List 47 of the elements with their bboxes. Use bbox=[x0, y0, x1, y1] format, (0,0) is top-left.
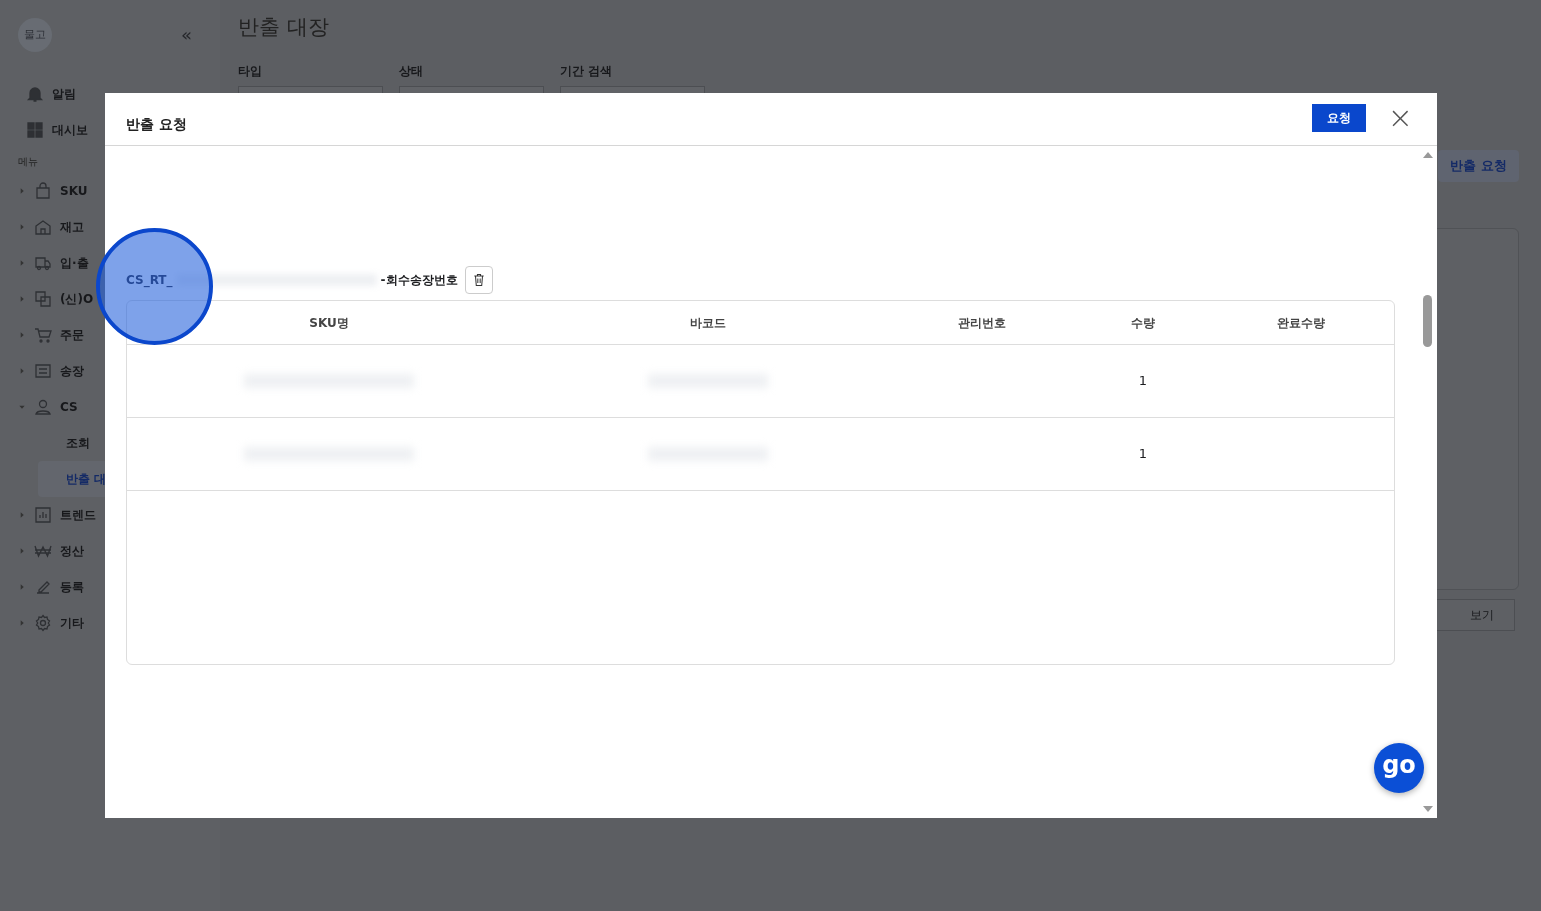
house-icon bbox=[34, 218, 52, 236]
chart-icon bbox=[34, 506, 52, 524]
filter-label: 기간 검색 bbox=[560, 62, 614, 80]
table-cell: 1 bbox=[1079, 418, 1207, 491]
section-label: 메뉴 bbox=[18, 155, 39, 169]
request-button[interactable]: 반출 요청 bbox=[1438, 150, 1519, 182]
sidebar-item[interactable]: (신)O bbox=[60, 290, 94, 308]
person-icon bbox=[34, 398, 52, 416]
sidebar-item[interactable]: 송장 bbox=[60, 362, 84, 380]
sidebar-item[interactable]: 트렌드 bbox=[60, 506, 96, 524]
bell-icon bbox=[26, 85, 44, 103]
sidebar-item[interactable]: SKU bbox=[60, 182, 88, 200]
filter-label: 타입 bbox=[238, 62, 263, 80]
column-header: 관리번호 bbox=[885, 301, 1079, 345]
column-header: SKU명 bbox=[127, 301, 531, 345]
sidebar-item[interactable]: 정산 bbox=[60, 542, 84, 560]
chat-button[interactable]: go bbox=[1374, 743, 1424, 793]
delete-button[interactable] bbox=[464, 266, 493, 294]
sidebar-link[interactable]: 대시보 bbox=[52, 121, 88, 139]
bag-icon bbox=[34, 182, 52, 200]
sidebar-item[interactable]: CS bbox=[60, 398, 78, 416]
page-title: 반출 대장 bbox=[238, 14, 330, 41]
grid-icon bbox=[26, 121, 44, 139]
submit-button[interactable]: 요청 bbox=[1311, 104, 1366, 132]
sidebar-item[interactable]: 등록 bbox=[60, 578, 84, 596]
tracking-label: -회수송장번호 bbox=[380, 272, 458, 289]
swap-icon bbox=[34, 290, 52, 308]
close-button[interactable]: × bbox=[1383, 105, 1417, 131]
column-header: 바코드 bbox=[531, 301, 885, 345]
cart-icon bbox=[34, 326, 52, 344]
modal-title: 반출 요청 bbox=[126, 115, 187, 134]
table-cell: 1 bbox=[1079, 345, 1207, 418]
filter-label: 상태 bbox=[399, 62, 424, 80]
truck-icon bbox=[34, 254, 52, 272]
gear-icon bbox=[34, 614, 52, 632]
sidebar-item[interactable]: 입·출 bbox=[60, 254, 89, 272]
trash-icon bbox=[471, 273, 486, 287]
record-id: CS_RT_ bbox=[126, 272, 173, 289]
sidebar-item[interactable]: 재고 bbox=[60, 218, 84, 236]
sidebar-link[interactable]: 알림 bbox=[52, 85, 76, 103]
avatar: 물고 bbox=[18, 18, 52, 52]
collapse-button[interactable]: « bbox=[181, 26, 192, 44]
sidebar-item[interactable]: 주문 bbox=[60, 326, 84, 344]
sidebar-item[interactable]: 기타 bbox=[60, 614, 84, 632]
column-header: 완료수량 bbox=[1207, 301, 1394, 345]
column-header: 수량 bbox=[1079, 301, 1207, 345]
list-icon bbox=[34, 362, 52, 380]
